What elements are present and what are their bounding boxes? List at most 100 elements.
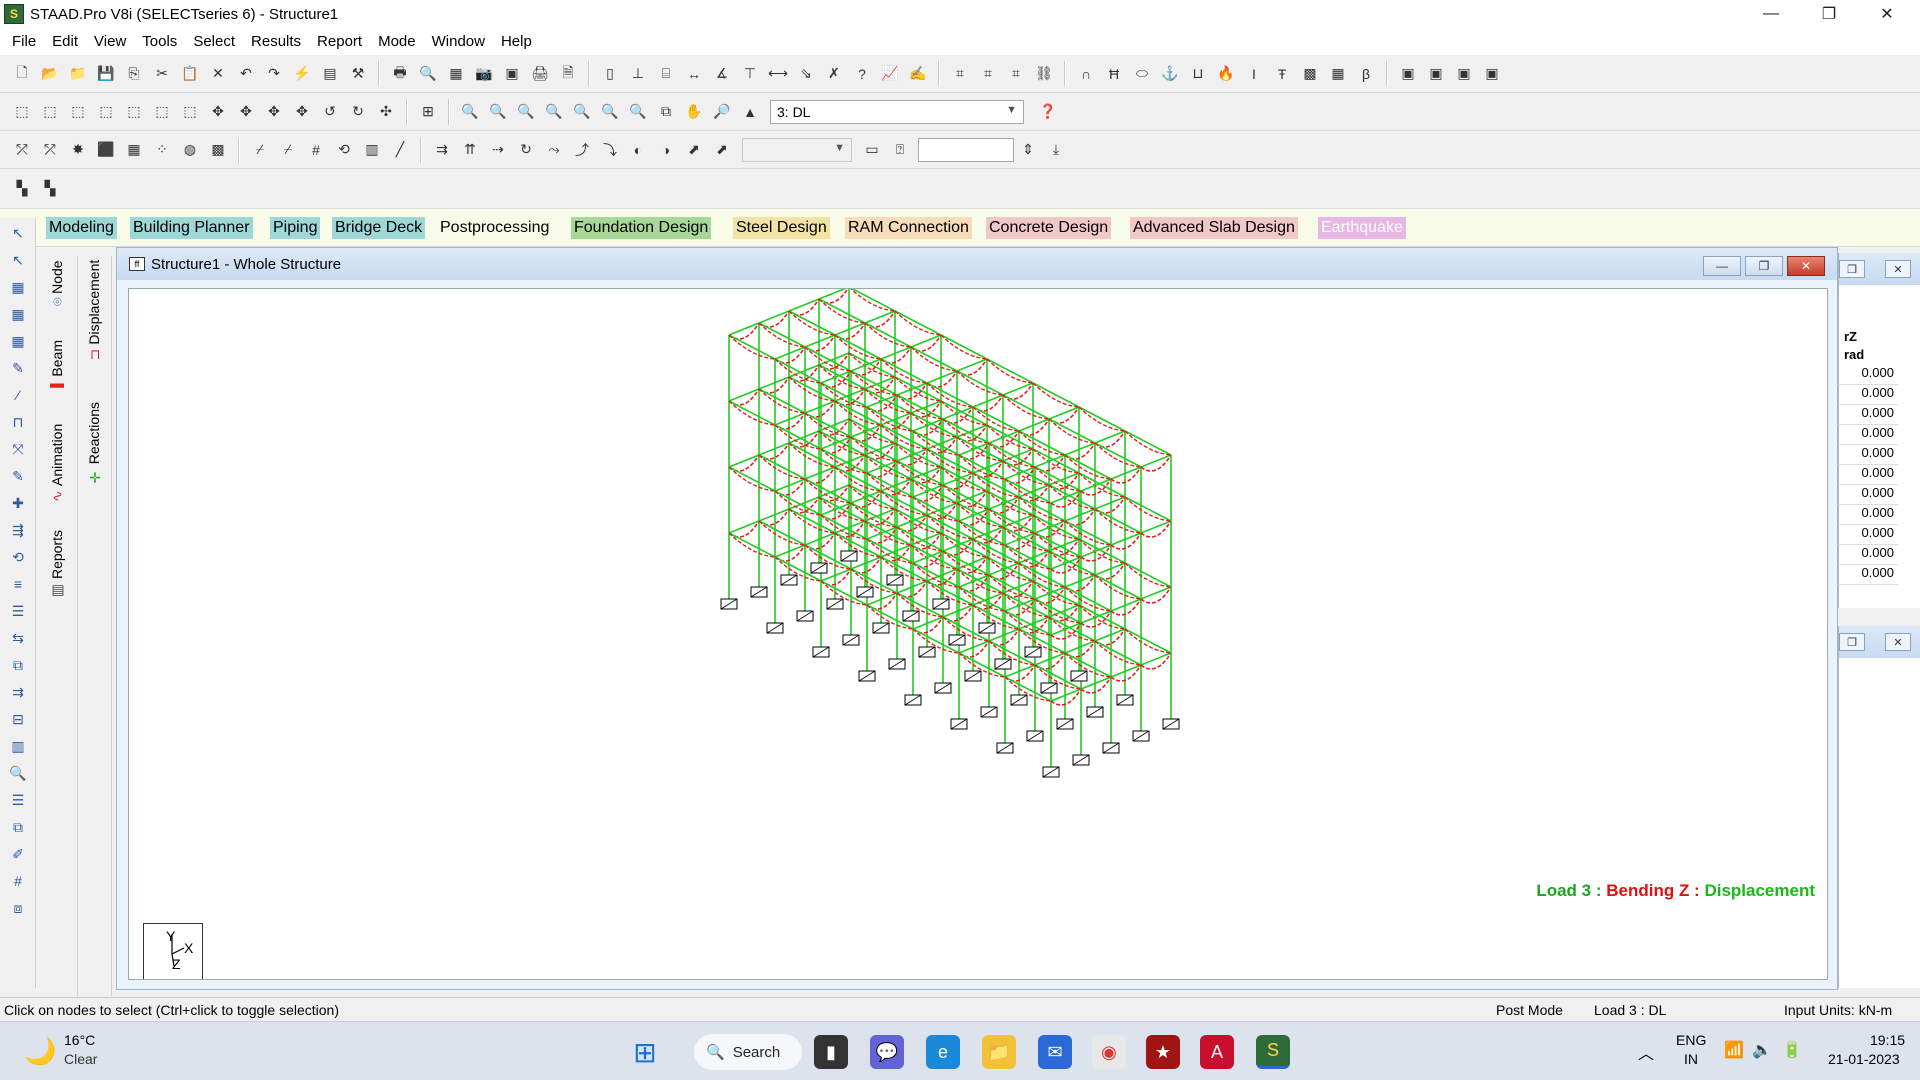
- view-left-icon[interactable]: ⬚: [66, 100, 90, 124]
- grid-icon[interactable]: ▦: [1326, 62, 1350, 86]
- minimize-button[interactable]: —: [1742, 0, 1800, 28]
- menu-edit[interactable]: Edit: [44, 33, 86, 50]
- rotate-down-icon[interactable]: ✥: [234, 100, 258, 124]
- weather-temp[interactable]: 16°C: [64, 1032, 95, 1048]
- camera-icon[interactable]: 📷: [472, 62, 496, 86]
- arch-icon[interactable]: ∩: [1074, 62, 1098, 86]
- restore-icon[interactable]: ❐: [1839, 260, 1865, 278]
- result-type-select[interactable]: ▼: [742, 137, 852, 162]
- menu-file[interactable]: File: [4, 33, 44, 50]
- plates-cursor-icon[interactable]: ▦: [6, 275, 30, 299]
- my-icon[interactable]: ⤳: [542, 138, 566, 162]
- nodes-cursor-icon[interactable]: ↖: [6, 221, 30, 245]
- open-icon[interactable]: 📁: [66, 62, 90, 86]
- fy-icon[interactable]: ⇈: [458, 138, 482, 162]
- spinner-icon[interactable]: ⇕: [1016, 138, 1040, 162]
- dimension-icon[interactable]: ⊥: [626, 62, 650, 86]
- frame-icon[interactable]: Ħ: [1102, 62, 1126, 86]
- chart-edit-icon[interactable]: 📈: [878, 62, 902, 86]
- solids-cursor-icon[interactable]: ▦: [6, 329, 30, 353]
- cut-section-icon[interactable]: ⌿: [248, 138, 272, 162]
- chrome-browser-icon[interactable]: ◉: [1092, 1035, 1126, 1069]
- menu-view[interactable]: View: [86, 33, 134, 50]
- report-icon[interactable]: ▤: [318, 62, 342, 86]
- menu-mode[interactable]: Mode: [370, 33, 424, 50]
- rotate-structure-icon[interactable]: ⟲: [6, 545, 30, 569]
- load-icon[interactable]: ⇶: [6, 518, 30, 542]
- arrows-icon[interactable]: ⇉: [6, 680, 30, 704]
- envelope-icon[interactable]: ◑: [654, 138, 678, 162]
- help-balloon-icon[interactable]: ❓: [1036, 100, 1060, 124]
- fire-icon[interactable]: 🔥: [1214, 62, 1238, 86]
- spin-right-icon[interactable]: ↻: [346, 100, 370, 124]
- zoom-out-icon[interactable]: 🔍: [542, 100, 566, 124]
- i-beam-icon[interactable]: I: [1242, 62, 1266, 86]
- tapered-icon[interactable]: Ŧ: [1270, 62, 1294, 86]
- close-icon[interactable]: ✕: [1787, 256, 1825, 276]
- dim-line-icon[interactable]: ⊤: [738, 62, 762, 86]
- calculator-icon[interactable]: ▩: [1298, 62, 1322, 86]
- deflection-icon[interactable]: ⤵: [598, 138, 622, 162]
- windows-start-icon[interactable]: ⊞: [628, 1035, 662, 1069]
- menu-report[interactable]: Report: [309, 33, 370, 50]
- zoom-in-icon[interactable]: 🔍: [514, 100, 538, 124]
- magnify-icon[interactable]: 🔎: [710, 100, 734, 124]
- tab-foundation-design[interactable]: Foundation Design: [571, 217, 712, 239]
- menu-help[interactable]: Help: [493, 33, 540, 50]
- dim-angle-icon[interactable]: ∡: [710, 62, 734, 86]
- apply-scale-icon[interactable]: ⤓: [1044, 138, 1068, 162]
- grid-view-icon[interactable]: #: [304, 138, 328, 162]
- beam-displacement-icon[interactable]: ⤱: [38, 138, 62, 162]
- open-folder-icon[interactable]: 📂: [38, 62, 62, 86]
- print-icon[interactable]: 🖶: [388, 62, 412, 86]
- measure-icon[interactable]: ↔: [682, 62, 706, 86]
- side-tab-beam[interactable]: ▬ Beam: [49, 340, 65, 397]
- copy-structure-icon[interactable]: ⧉: [6, 653, 30, 677]
- minimize-icon[interactable]: —: [1703, 256, 1741, 276]
- view-top-icon[interactable]: ⬚: [122, 100, 146, 124]
- spin-left-icon[interactable]: ↺: [318, 100, 342, 124]
- section-force-icon[interactable]: ⬈: [682, 138, 706, 162]
- split-icon[interactable]: ⊟: [6, 707, 30, 731]
- help-query-icon[interactable]: ?: [850, 62, 874, 86]
- view-iso-icon[interactable]: ⬚: [178, 100, 202, 124]
- redo-icon[interactable]: ↷: [262, 62, 286, 86]
- staad-taskbar-icon[interactable]: S: [1256, 1035, 1290, 1069]
- tab-ram-connection[interactable]: RAM Connection: [845, 217, 972, 239]
- teams-chat-icon[interactable]: 💬: [870, 1035, 904, 1069]
- stack-icon[interactable]: ⧈: [6, 896, 30, 920]
- zoom-all-icon[interactable]: 🔍: [626, 100, 650, 124]
- menu-window[interactable]: Window: [424, 33, 493, 50]
- distance-icon[interactable]: ⟷: [766, 62, 790, 86]
- edge-browser-icon[interactable]: e: [926, 1035, 960, 1069]
- hammer-icon[interactable]: ⚒: [346, 62, 370, 86]
- fz-icon[interactable]: ⇢: [486, 138, 510, 162]
- support-icon[interactable]: ⚓: [1158, 62, 1182, 86]
- page-icon[interactable]: ▯: [598, 62, 622, 86]
- view-back-icon[interactable]: ⬚: [38, 100, 62, 124]
- shape-icon[interactable]: ⌗: [1004, 62, 1028, 86]
- scale-icon[interactable]: ▭: [860, 138, 884, 162]
- align-icon[interactable]: ≡: [6, 572, 30, 596]
- table-icon[interactable]: ▩: [206, 138, 230, 162]
- stress-icon[interactable]: ◐: [626, 138, 650, 162]
- clock-time[interactable]: 19:15: [1870, 1032, 1905, 1048]
- zoom-window-icon[interactable]: 🔍: [458, 100, 482, 124]
- fx-icon[interactable]: ⇉: [430, 138, 454, 162]
- sort-icon[interactable]: ☰: [6, 788, 30, 812]
- tool-b-icon[interactable]: ▚: [38, 177, 62, 201]
- zoom-extents-icon[interactable]: 🔍: [570, 100, 594, 124]
- print-report-icon[interactable]: 🖨: [528, 62, 552, 86]
- erase-dim-icon[interactable]: ✗: [822, 62, 846, 86]
- view-right-icon[interactable]: ⬚: [94, 100, 118, 124]
- save-view-icon[interactable]: ▣: [1396, 62, 1420, 86]
- rotate-up-icon[interactable]: ✥: [206, 100, 230, 124]
- tab-postprocessing[interactable]: Postprocessing: [437, 217, 553, 239]
- speaker-icon[interactable]: 🔈: [1752, 1040, 1772, 1060]
- solid-icon[interactable]: ⬛: [94, 138, 118, 162]
- moon-weather-icon[interactable]: 🌙: [24, 1036, 56, 1067]
- manage-views-icon[interactable]: ▣: [1480, 62, 1504, 86]
- plate-stress-icon[interactable]: ✸: [66, 138, 90, 162]
- show-all-icon[interactable]: ⌿: [276, 138, 300, 162]
- line-view-icon[interactable]: ╱: [388, 138, 412, 162]
